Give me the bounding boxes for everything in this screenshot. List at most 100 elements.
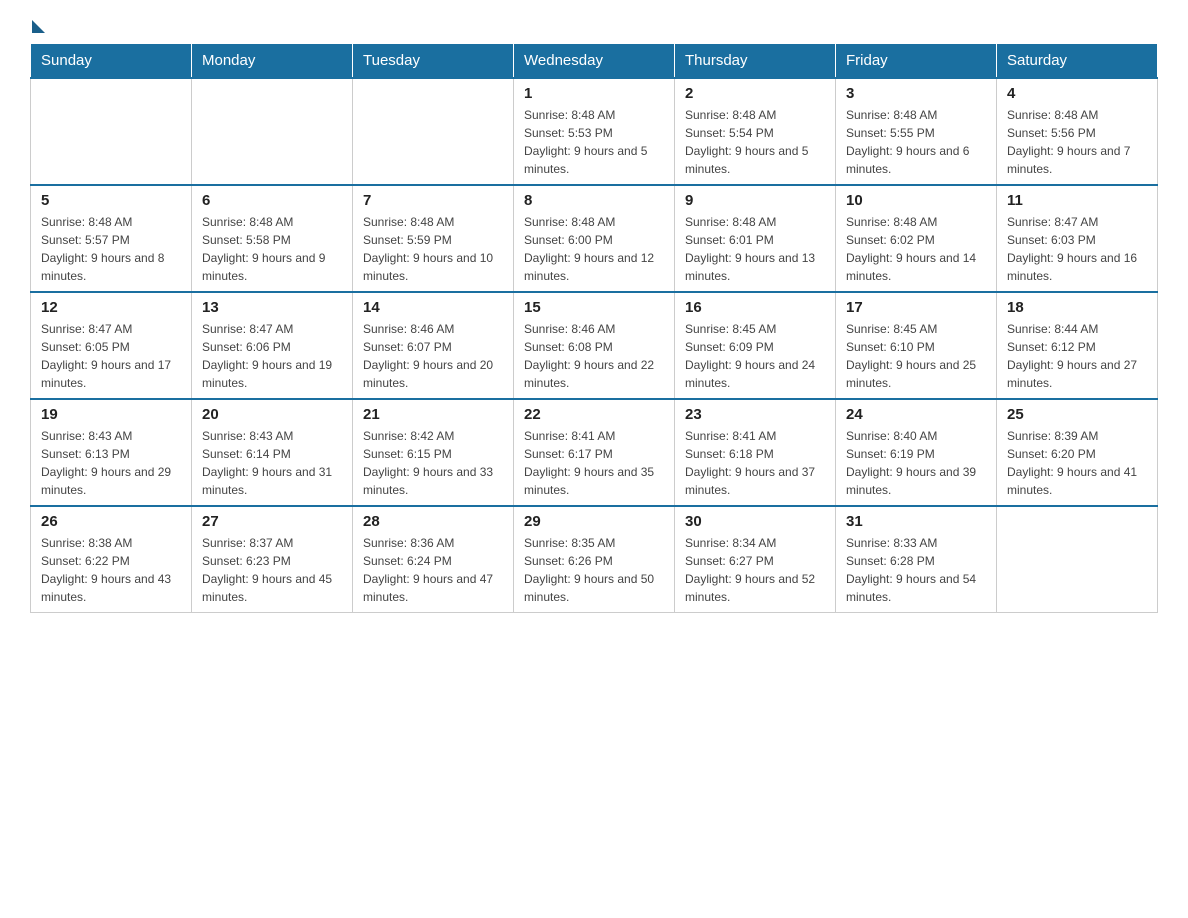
- day-number: 16: [685, 299, 825, 316]
- day-info: Sunrise: 8:45 AMSunset: 6:10 PMDaylight:…: [846, 320, 986, 392]
- calendar-day-cell: 10 Sunrise: 8:48 AMSunset: 6:02 PMDayligh…: [836, 185, 997, 292]
- day-info: Sunrise: 8:48 AMSunset: 5:57 PMDaylight:…: [41, 213, 181, 285]
- page-header: [30, 20, 1158, 33]
- day-number: 24: [846, 406, 986, 423]
- col-header-wednesday: Wednesday: [514, 44, 675, 79]
- day-number: 26: [41, 513, 181, 530]
- calendar-day-cell: 25Sunrise: 8:39 AMSunset: 6:20 PMDayligh…: [997, 399, 1158, 506]
- calendar-header-row: SundayMondayTuesdayWednesdayThursdayFrid…: [31, 44, 1158, 79]
- day-number: 15: [524, 299, 664, 316]
- day-info: Sunrise: 8:48 AMSunset: 5:54 PMDaylight:…: [685, 106, 825, 178]
- day-info: Sunrise: 8:42 AMSunset: 6:15 PMDaylight:…: [363, 427, 503, 499]
- col-header-saturday: Saturday: [997, 44, 1158, 79]
- calendar-week-row: 26 Sunrise: 8:38 AMSunset: 6:22 PMDayligh…: [31, 506, 1158, 613]
- col-header-sunday: Sunday: [31, 44, 192, 79]
- calendar-day-cell: 3Sunrise: 8:48 AMSunset: 5:55 PMDaylight…: [836, 78, 997, 185]
- calendar-week-row: 12 Sunrise: 8:47 AMSunset: 6:05 PMDayligh…: [31, 292, 1158, 399]
- calendar-day-cell: 26 Sunrise: 8:38 AMSunset: 6:22 PMDayligh…: [31, 506, 192, 613]
- day-number: 31: [846, 513, 986, 530]
- day-info: Sunrise: 8:38 AMSunset: 6:22 PMDaylight:…: [41, 534, 181, 606]
- calendar-day-cell: 5 Sunrise: 8:48 AMSunset: 5:57 PMDaylight…: [31, 185, 192, 292]
- day-number: 27: [202, 513, 342, 530]
- day-number: 11: [1007, 192, 1147, 209]
- calendar-day-cell: [997, 506, 1158, 613]
- day-info: Sunrise: 8:47 AMSunset: 6:06 PMDaylight:…: [202, 320, 342, 392]
- day-number: 9: [685, 192, 825, 209]
- calendar-day-cell: [353, 78, 514, 185]
- calendar-day-cell: 8 Sunrise: 8:48 AMSunset: 6:00 PMDaylight…: [514, 185, 675, 292]
- day-info: Sunrise: 8:45 AMSunset: 6:09 PMDaylight:…: [685, 320, 825, 392]
- calendar-day-cell: 12 Sunrise: 8:47 AMSunset: 6:05 PMDayligh…: [31, 292, 192, 399]
- day-number: 1: [524, 85, 664, 102]
- day-number: 25: [1007, 406, 1147, 423]
- day-info: Sunrise: 8:48 AMSunset: 6:01 PMDaylight:…: [685, 213, 825, 285]
- calendar-day-cell: 14 Sunrise: 8:46 AMSunset: 6:07 PMDayligh…: [353, 292, 514, 399]
- day-info: Sunrise: 8:48 AMSunset: 5:58 PMDaylight:…: [202, 213, 342, 285]
- calendar-day-cell: 18 Sunrise: 8:44 AMSunset: 6:12 PMDayligh…: [997, 292, 1158, 399]
- logo: [30, 20, 47, 33]
- day-number: 8: [524, 192, 664, 209]
- day-number: 7: [363, 192, 503, 209]
- day-info: Sunrise: 8:44 AMSunset: 6:12 PMDaylight:…: [1007, 320, 1147, 392]
- day-info: Sunrise: 8:36 AMSunset: 6:24 PMDaylight:…: [363, 534, 503, 606]
- day-info: Sunrise: 8:37 AMSunset: 6:23 PMDaylight:…: [202, 534, 342, 606]
- calendar-day-cell: 15 Sunrise: 8:46 AMSunset: 6:08 PMDayligh…: [514, 292, 675, 399]
- day-number: 3: [846, 85, 986, 102]
- calendar-day-cell: 1 Sunrise: 8:48 AMSunset: 5:53 PMDaylight…: [514, 78, 675, 185]
- calendar-day-cell: 13 Sunrise: 8:47 AMSunset: 6:06 PMDayligh…: [192, 292, 353, 399]
- day-number: 28: [363, 513, 503, 530]
- day-number: 14: [363, 299, 503, 316]
- calendar-week-row: 1 Sunrise: 8:48 AMSunset: 5:53 PMDaylight…: [31, 78, 1158, 185]
- day-info: Sunrise: 8:46 AMSunset: 6:08 PMDaylight:…: [524, 320, 664, 392]
- day-info: Sunrise: 8:48 AMSunset: 5:59 PMDaylight:…: [363, 213, 503, 285]
- day-info: Sunrise: 8:43 AMSunset: 6:13 PMDaylight:…: [41, 427, 181, 499]
- calendar-day-cell: 30 Sunrise: 8:34 AMSunset: 6:27 PMDayligh…: [675, 506, 836, 613]
- col-header-monday: Monday: [192, 44, 353, 79]
- day-number: 30: [685, 513, 825, 530]
- logo-general: [30, 20, 47, 33]
- calendar-day-cell: 27 Sunrise: 8:37 AMSunset: 6:23 PMDayligh…: [192, 506, 353, 613]
- calendar-table: SundayMondayTuesdayWednesdayThursdayFrid…: [30, 43, 1158, 613]
- day-number: 13: [202, 299, 342, 316]
- calendar-day-cell: 23Sunrise: 8:41 AMSunset: 6:18 PMDayligh…: [675, 399, 836, 506]
- day-number: 5: [41, 192, 181, 209]
- day-info: Sunrise: 8:48 AMSunset: 5:53 PMDaylight:…: [524, 106, 664, 178]
- day-info: Sunrise: 8:47 AMSunset: 6:05 PMDaylight:…: [41, 320, 181, 392]
- calendar-day-cell: 11Sunrise: 8:47 AMSunset: 6:03 PMDayligh…: [997, 185, 1158, 292]
- calendar-week-row: 19 Sunrise: 8:43 AMSunset: 6:13 PMDayligh…: [31, 399, 1158, 506]
- day-number: 10: [846, 192, 986, 209]
- col-header-thursday: Thursday: [675, 44, 836, 79]
- calendar-day-cell: 21 Sunrise: 8:42 AMSunset: 6:15 PMDayligh…: [353, 399, 514, 506]
- day-number: 6: [202, 192, 342, 209]
- calendar-day-cell: 17Sunrise: 8:45 AMSunset: 6:10 PMDayligh…: [836, 292, 997, 399]
- day-number: 29: [524, 513, 664, 530]
- calendar-day-cell: 28 Sunrise: 8:36 AMSunset: 6:24 PMDayligh…: [353, 506, 514, 613]
- calendar-day-cell: 24Sunrise: 8:40 AMSunset: 6:19 PMDayligh…: [836, 399, 997, 506]
- day-number: 20: [202, 406, 342, 423]
- calendar-day-cell: 7 Sunrise: 8:48 AMSunset: 5:59 PMDaylight…: [353, 185, 514, 292]
- day-info: Sunrise: 8:48 AMSunset: 6:00 PMDaylight:…: [524, 213, 664, 285]
- day-info: Sunrise: 8:46 AMSunset: 6:07 PMDaylight:…: [363, 320, 503, 392]
- day-number: 21: [363, 406, 503, 423]
- day-info: Sunrise: 8:43 AMSunset: 6:14 PMDaylight:…: [202, 427, 342, 499]
- day-number: 23: [685, 406, 825, 423]
- calendar-day-cell: 6 Sunrise: 8:48 AMSunset: 5:58 PMDaylight…: [192, 185, 353, 292]
- day-number: 18: [1007, 299, 1147, 316]
- day-number: 4: [1007, 85, 1147, 102]
- calendar-day-cell: 29Sunrise: 8:35 AMSunset: 6:26 PMDayligh…: [514, 506, 675, 613]
- calendar-day-cell: 22Sunrise: 8:41 AMSunset: 6:17 PMDayligh…: [514, 399, 675, 506]
- col-header-tuesday: Tuesday: [353, 44, 514, 79]
- calendar-day-cell: 16 Sunrise: 8:45 AMSunset: 6:09 PMDayligh…: [675, 292, 836, 399]
- day-info: Sunrise: 8:41 AMSunset: 6:17 PMDaylight:…: [524, 427, 664, 499]
- day-info: Sunrise: 8:48 AMSunset: 6:02 PMDaylight:…: [846, 213, 986, 285]
- calendar-day-cell: [31, 78, 192, 185]
- calendar-day-cell: 9 Sunrise: 8:48 AMSunset: 6:01 PMDaylight…: [675, 185, 836, 292]
- day-number: 19: [41, 406, 181, 423]
- calendar-day-cell: [192, 78, 353, 185]
- day-info: Sunrise: 8:34 AMSunset: 6:27 PMDaylight:…: [685, 534, 825, 606]
- day-number: 12: [41, 299, 181, 316]
- calendar-day-cell: 4 Sunrise: 8:48 AMSunset: 5:56 PMDaylight…: [997, 78, 1158, 185]
- calendar-day-cell: 20 Sunrise: 8:43 AMSunset: 6:14 PMDayligh…: [192, 399, 353, 506]
- day-number: 2: [685, 85, 825, 102]
- day-info: Sunrise: 8:48 AMSunset: 5:56 PMDaylight:…: [1007, 106, 1147, 178]
